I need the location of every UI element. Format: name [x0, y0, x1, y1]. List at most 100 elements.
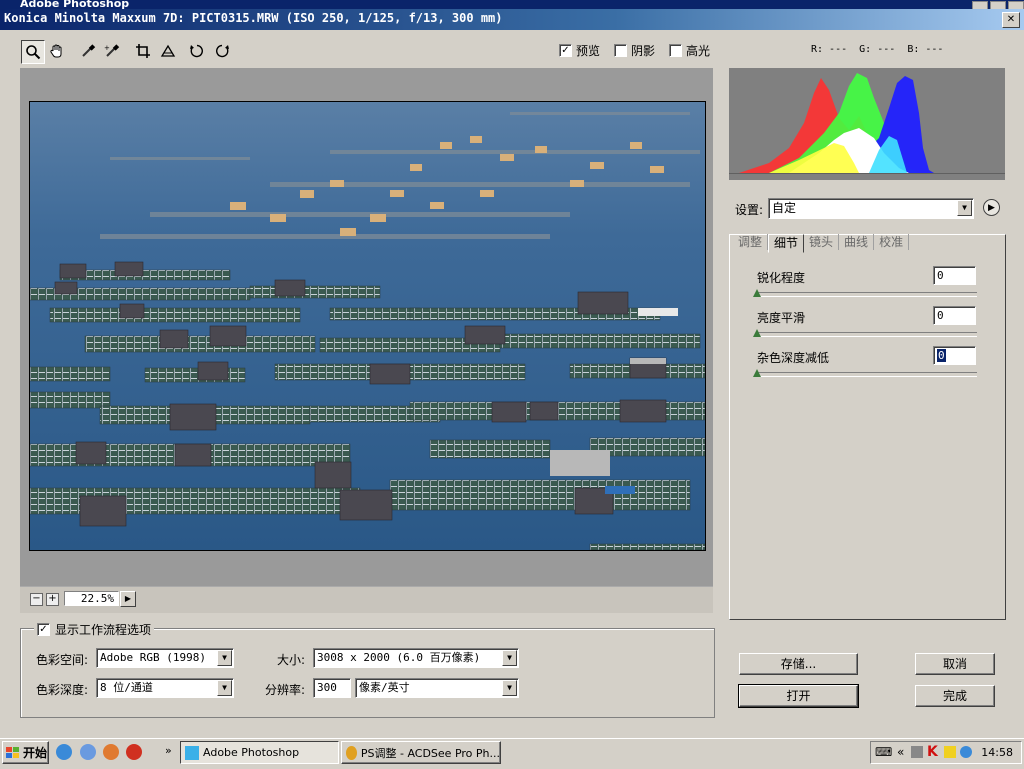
start-label: 开始: [23, 745, 48, 760]
settings-select[interactable]: 自定 ▼: [768, 198, 974, 219]
preview-checkbox[interactable]: ✓ 预览: [559, 42, 600, 59]
zoom-menu-button[interactable]: ▶: [120, 591, 136, 607]
zoom-level-field[interactable]: 22.5%: [64, 591, 119, 606]
system-tray: ⌨ « K 14:58: [870, 741, 1022, 764]
dialog-close-button[interactable]: ✕: [1002, 12, 1020, 28]
tray-expand-icon[interactable]: «: [897, 745, 904, 759]
acdsee-icon: [346, 745, 357, 760]
quicklaunch-more-icon[interactable]: »: [165, 744, 172, 757]
resolution-unit-select[interactable]: 像素/英寸 ▼: [355, 678, 519, 698]
keyboard-icon[interactable]: ⌨: [875, 745, 892, 759]
windows-logo-icon: [6, 746, 19, 758]
resolution-unit-value: 像素/英寸: [359, 681, 410, 694]
color-space-label: 色彩空间:: [36, 653, 89, 667]
sharpness-label: 锐化程度: [757, 271, 806, 285]
eyedropper-icon: [82, 44, 96, 57]
bit-depth-select[interactable]: 8 位/通道 ▼: [96, 678, 234, 698]
rotate-right-tool[interactable]: [211, 40, 233, 62]
highlights-check[interactable]: [669, 44, 682, 57]
preview-label: 预览: [576, 44, 601, 58]
highlights-checkbox[interactable]: 高光: [669, 42, 710, 59]
workflow-check[interactable]: ✓: [37, 623, 50, 636]
chevron-down-icon[interactable]: ▼: [957, 200, 972, 216]
settings-label: 设置:: [735, 203, 764, 217]
straighten-tool[interactable]: [157, 40, 179, 62]
open-button[interactable]: 打开: [738, 684, 859, 708]
color-noise-reduction-field[interactable]: 0: [933, 346, 976, 365]
photoshop-icon: [185, 745, 199, 760]
tab-curve[interactable]: 曲线: [839, 234, 875, 250]
zoom-out-button[interactable]: −: [30, 593, 43, 606]
rotate-cw-icon: [216, 44, 229, 58]
shadows-check[interactable]: [614, 44, 627, 57]
size-value: 3008 x 2000 (6.0 百万像素): [317, 651, 481, 664]
preview-image[interactable]: [29, 101, 706, 551]
workflow-toggle-label: 显示工作流程选项: [55, 623, 152, 637]
settings-value: 自定: [772, 201, 797, 215]
chevron-down-icon[interactable]: ▼: [502, 650, 517, 666]
sharpness-field[interactable]: 0: [933, 266, 976, 285]
preview-check[interactable]: ✓: [559, 44, 572, 57]
hand-icon: [50, 44, 62, 58]
app-title: Adobe Photoshop: [20, 0, 130, 9]
done-button[interactable]: 完成: [915, 685, 995, 707]
app-icon[interactable]: [126, 744, 142, 760]
white-balance-tool[interactable]: [77, 40, 99, 62]
app-title-bar: Adobe Photoshop: [0, 0, 1024, 9]
browser-icon[interactable]: [103, 744, 119, 760]
resolution-field[interactable]: 300: [313, 678, 351, 698]
color-space-select[interactable]: Adobe RGB (1998) ▼: [96, 648, 234, 668]
chevron-down-icon[interactable]: ▼: [217, 650, 232, 666]
sharpness-slider-thumb[interactable]: [753, 289, 761, 297]
taskbar-item-label: Adobe Photoshop: [203, 746, 300, 759]
tab-calibrate[interactable]: 校准: [874, 234, 910, 250]
tab-adjust[interactable]: 调整: [733, 234, 769, 250]
cancel-button[interactable]: 取消: [915, 653, 995, 675]
settings-menu-button[interactable]: ▶: [983, 199, 1000, 216]
magnifier-icon: [26, 45, 41, 60]
size-select[interactable]: 3008 x 2000 (6.0 百万像素) ▼: [313, 648, 519, 668]
resolution-label: 分辨率:: [265, 683, 306, 697]
zoom-in-button[interactable]: +: [46, 593, 59, 606]
sharpness-slider[interactable]: [757, 292, 977, 297]
update-icon[interactable]: [960, 746, 972, 758]
hand-tool[interactable]: [46, 40, 68, 62]
taskbar-item-label: PS调整 - ACDSee Pro Ph...: [360, 746, 500, 760]
network-icon[interactable]: [911, 746, 923, 758]
rgb-readout: R: --- G: --- B: ---: [811, 44, 944, 55]
rotate-ccw-icon: [190, 44, 203, 58]
ie-icon[interactable]: [56, 744, 72, 760]
chevron-down-icon[interactable]: ▼: [217, 680, 232, 696]
color-sampler-tool[interactable]: +: [101, 40, 123, 62]
warning-icon[interactable]: [944, 746, 956, 758]
bit-depth-value: 8 位/通道: [100, 681, 153, 694]
chevron-down-icon[interactable]: ▼: [502, 680, 517, 696]
histogram-graph: [729, 73, 1005, 174]
rotate-left-tool[interactable]: [186, 40, 208, 62]
size-label: 大小:: [277, 653, 306, 667]
shadows-checkbox[interactable]: 阴影: [614, 42, 655, 59]
color-space-value: Adobe RGB (1998): [100, 651, 206, 664]
zoom-tool[interactable]: [21, 40, 45, 64]
crop-tool[interactable]: [132, 40, 154, 62]
workflow-options-group: [20, 628, 715, 718]
shadows-label: 阴影: [631, 44, 656, 58]
save-button[interactable]: 存储...: [739, 653, 858, 675]
taskbar-item-photoshop[interactable]: Adobe Photoshop: [180, 741, 339, 764]
workflow-toggle[interactable]: ✓ 显示工作流程选项: [34, 621, 155, 638]
start-button[interactable]: 开始: [2, 741, 49, 764]
tab-detail[interactable]: 细节: [768, 234, 805, 253]
media-icon[interactable]: [80, 744, 96, 760]
color-noise-reduction-slider[interactable]: [757, 372, 977, 377]
histogram: [729, 68, 1005, 180]
tab-lens[interactable]: 镜头: [804, 234, 840, 250]
antivirus-icon[interactable]: K: [927, 744, 938, 760]
settings-tabs: 调整 细节 镜头 曲线 校准: [733, 234, 910, 253]
luminance-smoothing-slider-thumb[interactable]: [753, 329, 761, 337]
color-sampler-icon: +: [104, 44, 120, 57]
highlights-label: 高光: [686, 44, 711, 58]
luminance-smoothing-slider[interactable]: [757, 332, 977, 337]
color-noise-reduction-slider-thumb[interactable]: [753, 369, 761, 377]
taskbar-item-acdsee[interactable]: PS调整 - ACDSee Pro Ph...: [341, 741, 501, 764]
luminance-smoothing-field[interactable]: 0: [933, 306, 976, 325]
